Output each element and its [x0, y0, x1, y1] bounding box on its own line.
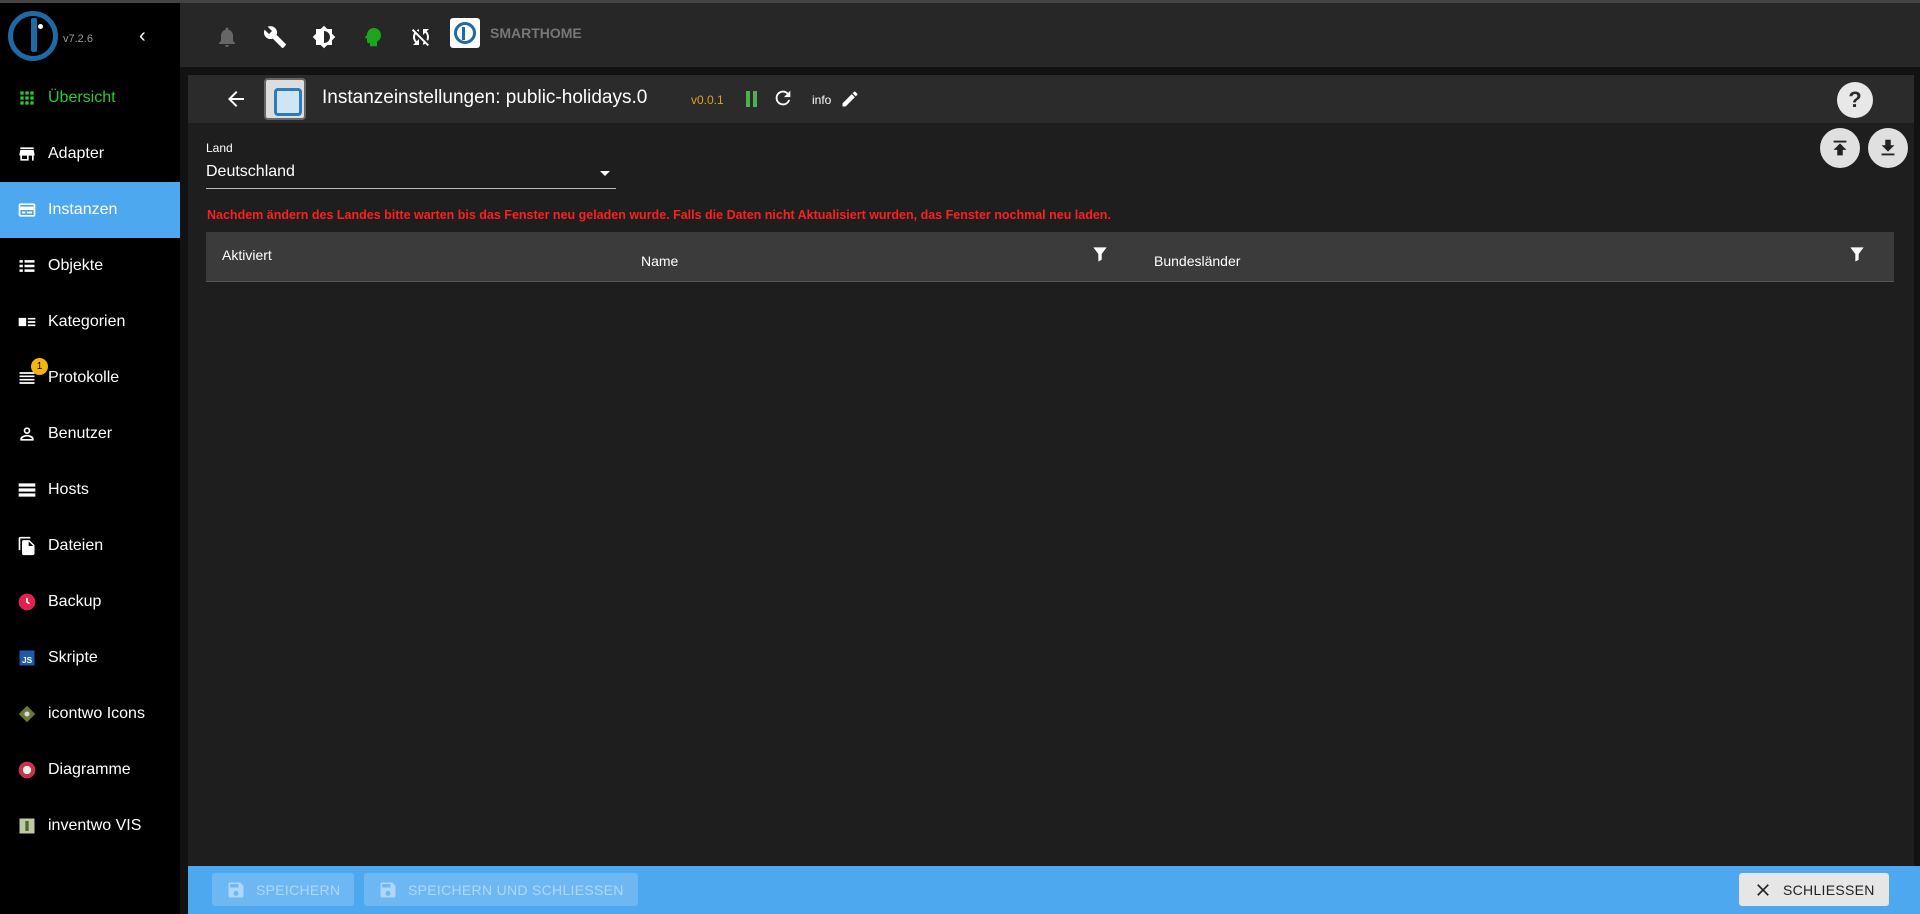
instance-settings-panel: Instanzeinstellungen: public-holidays.0 …: [188, 75, 1914, 914]
sidebar-header: v7.2.6 ‹: [0, 3, 180, 70]
edit-icon[interactable]: [840, 89, 860, 109]
chevron-left-icon[interactable]: ‹: [139, 26, 157, 46]
sidebar-item-label: Dateien: [48, 537, 104, 554]
pause-icon[interactable]: [744, 91, 758, 107]
sidebar-item-hosts[interactable]: Hosts: [0, 462, 180, 518]
list-icon: [16, 255, 38, 277]
sidebar-item-skripte[interactable]: JS Skripte: [0, 630, 180, 686]
dropdown-arrow-icon: [600, 171, 610, 176]
sidebar-item-protokolle[interactable]: 1 Protokolle: [0, 350, 180, 406]
column-aktiviert[interactable]: Aktiviert: [222, 247, 272, 263]
reload-icon[interactable]: [772, 87, 794, 109]
backup-icon: [16, 591, 38, 613]
column-bundeslaender[interactable]: Bundesländer: [1154, 253, 1240, 269]
close-button[interactable]: SCHLIESSEN: [1739, 873, 1889, 906]
notification-badge: 1: [31, 358, 48, 375]
upload-icon: [1833, 140, 1847, 156]
footer-bar: SPEICHERN SPEICHERN UND SCHLIESSEN SCHLI…: [188, 866, 1920, 914]
sidebar-item-icontwo-icons[interactable]: icontwo Icons: [0, 686, 180, 742]
sidebar-item-label: Kategorien: [48, 313, 126, 330]
sidebar-item-label: icontwo Icons: [48, 705, 145, 722]
grid-icon: [16, 87, 38, 109]
categories-icon: [16, 311, 38, 333]
save-and-close-button[interactable]: SPEICHERN UND SCHLIESSEN: [364, 873, 638, 906]
upload-button[interactable]: [1820, 128, 1860, 168]
land-select[interactable]: Deutschland: [206, 159, 616, 189]
save-icon: [228, 882, 244, 897]
info-link[interactable]: info: [812, 93, 831, 107]
sidebar-item-dateien[interactable]: Dateien: [0, 518, 180, 574]
top-toolbar: SMARTHOME: [180, 0, 1920, 67]
save-button[interactable]: SPEICHERN: [212, 873, 355, 906]
close-icon: [1757, 883, 1769, 896]
sidebar-item-adapter[interactable]: Adapter: [0, 126, 180, 182]
sidebar-item-label: Adapter: [48, 145, 105, 162]
sidebar-item-label: Protokolle: [48, 369, 120, 386]
table-header: Aktiviert Name Bundesländer: [206, 232, 1894, 282]
user-icon: [16, 423, 38, 445]
host-title: SMARTHOME: [490, 25, 582, 41]
sidebar-item-benutzer[interactable]: Benutzer: [0, 406, 180, 462]
charts-icon: [16, 759, 38, 781]
sidebar-item-diagramme[interactable]: Diagramme: [0, 742, 180, 798]
bell-icon[interactable]: [214, 24, 240, 50]
store-icon: [16, 143, 38, 165]
sync-disabled-icon[interactable]: [408, 24, 434, 50]
icontwo-icon: [16, 703, 38, 725]
warning-message: Nachdem ändern des Landes bitte warten b…: [207, 208, 1111, 222]
help-button[interactable]: ?: [1837, 82, 1873, 118]
hosts-icon: [16, 479, 38, 501]
sidebar-item-objekte[interactable]: Objekte: [0, 238, 180, 294]
save-and-close-label: SPEICHERN UND SCHLIESSEN: [408, 881, 624, 898]
arrow-back-icon[interactable]: [224, 87, 248, 111]
close-label: SCHLIESSEN: [1783, 881, 1875, 898]
download-icon: [1881, 139, 1895, 156]
brightness-icon[interactable]: [311, 24, 337, 50]
land-select-value: Deutschland: [206, 163, 295, 180]
sidebar: v7.2.6 ‹ Übersicht Adapter Instanzen Obj…: [0, 0, 180, 914]
panel-header: Instanzeinstellungen: public-holidays.0 …: [188, 75, 1914, 123]
sidebar-item-label: Backup: [48, 593, 102, 610]
download-button[interactable]: [1868, 128, 1908, 168]
filter-icon[interactable]: [1090, 244, 1110, 264]
app-version: v7.2.6: [63, 33, 93, 45]
sidebar-item-uebersicht[interactable]: Übersicht: [0, 70, 180, 126]
sidebar-item-kategorien[interactable]: Kategorien: [0, 294, 180, 350]
sidebar-item-label: Diagramme: [48, 761, 131, 778]
svg-text:JS: JS: [22, 655, 33, 665]
javascript-icon: JS: [16, 647, 38, 669]
sidebar-item-instanzen[interactable]: Instanzen: [0, 182, 180, 238]
host-logo: [450, 18, 480, 48]
save-icon: [380, 882, 396, 897]
page-title: Instanzeinstellungen: public-holidays.0: [322, 87, 648, 108]
save-label: SPEICHERN: [256, 881, 341, 898]
instances-icon: [16, 199, 38, 221]
sidebar-item-label: inventwo VIS: [48, 817, 142, 834]
sidebar-item-label: Übersicht: [48, 89, 116, 106]
filter-icon[interactable]: [1847, 244, 1867, 264]
sidebar-item-label: Skripte: [48, 649, 98, 666]
inventwo-icon: [16, 815, 38, 837]
sidebar-item-inventwo-vis[interactable]: inventwo VIS: [0, 798, 180, 854]
sidebar-item-label: Instanzen: [48, 201, 118, 218]
land-label: Land: [206, 141, 233, 155]
expert-mode-icon[interactable]: [360, 24, 386, 50]
sidebar-item-label: Hosts: [48, 481, 89, 498]
sidebar-item-backup[interactable]: Backup: [0, 574, 180, 630]
adapter-version: v0.0.1: [691, 93, 724, 107]
sidebar-item-label: Objekte: [48, 257, 104, 274]
column-name[interactable]: Name: [641, 253, 678, 269]
adapter-image: [264, 78, 306, 120]
iobroker-logo[interactable]: [8, 11, 58, 61]
sidebar-item-label: Benutzer: [48, 425, 113, 442]
files-icon: [16, 535, 38, 557]
wrench-icon[interactable]: [262, 24, 288, 50]
